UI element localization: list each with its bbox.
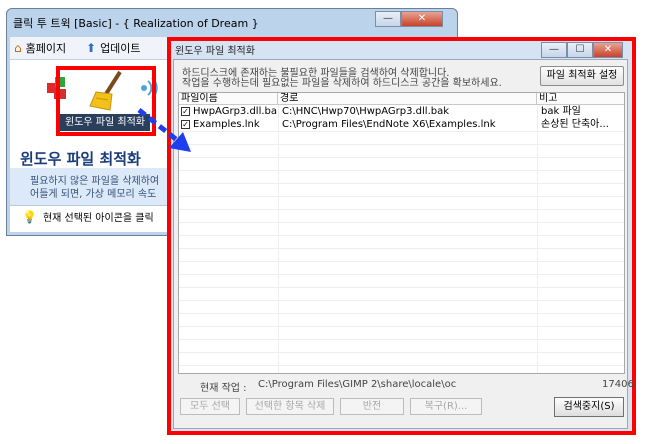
pointer-arrow [135,104,195,159]
file-list[interactable]: 파일이름 경로 비고 ✓ HwpAGrp3.dll.bak C:\HNC\Hwp… [178,92,625,374]
stop-search-button[interactable]: 검색중지(S) [554,397,624,417]
divider [10,205,174,206]
update-label: 업데이트 [100,42,141,55]
row-path: C:\Program Files\EndNote X6\Examples.lnk [282,119,496,130]
info-line-2: 작업을 수행하는데 필요없는 파일을 삭제하여 하드디스크 공간을 확보하세요. [182,78,502,89]
current-task-path: C:\Program Files\GIMP 2\share\locale\oc [258,379,457,390]
back-heading: 윈도우 파일 최적화 [20,150,141,168]
home-icon: ⌂ [14,41,22,55]
desc-line-2: 어들게 되면, 가상 메모리 속도 [30,189,157,200]
close-button[interactable]: ✕ [401,11,443,27]
broom-icon [88,70,128,115]
select-all-button[interactable]: 모두 선택 [180,398,240,415]
row-note: 손상된 단축아... [541,119,609,130]
invert-button[interactable]: 반전 [340,398,404,415]
current-task-label: 현재 작업 : [200,383,247,394]
minimize-button[interactable]: — [541,42,567,58]
hint-text: 현재 선택된 아이콘을 클릭 [42,213,154,224]
optimizer-window: 윈도우 파일 최적화 — ☐ ✕ 하드디스크에 존재하는 불필요한 파일들을 검… [171,41,634,431]
optimizer-panel: 하드디스크에 존재하는 불필요한 파일들을 검색하여 삭제합니다. 작업을 수행… [173,59,634,429]
column-header-path[interactable]: 경로 [278,93,537,105]
row-name: Examples.lnk [193,119,260,130]
maximize-button[interactable]: ☐ [567,42,593,58]
back-window-caption-buttons: — ✕ [375,11,443,29]
back-description-box: 필요하지 않은 파일을 삭제하여 어들게 되면, 가상 메모리 속도 [10,168,174,205]
row-name: HwpAGrp3.dll.bak [193,106,277,117]
back-hint: 💡 현재 선택된 아이콘을 클릭 [22,209,154,225]
back-window-title: 클릭 투 트윅 [Basic] - { Realization of Dream… [13,17,259,30]
update-icon: ⬆ [86,41,97,55]
row-note: bak 파일 [541,106,581,117]
table-row[interactable]: ✓ Examples.lnk C:\Program Files\EndNote … [179,118,624,131]
front-caption-buttons: — ☐ ✕ [541,42,623,60]
delete-selected-button[interactable]: 선택한 항목 삭제 [246,398,334,415]
file-count: 17406 [602,379,634,390]
table-row[interactable]: ✓ HwpAGrp3.dll.bak C:\HNC\Hwp70\HwpAGrp3… [179,105,624,118]
minimize-button[interactable]: — [375,11,401,27]
update-link[interactable]: ⬆ 업데이트 [86,40,141,56]
restore-button[interactable]: 복구(R)... [410,398,482,415]
optimizer-window-title: 윈도우 파일 최적화 [175,46,255,57]
lightbulb-icon: 💡 [22,209,37,224]
column-header-note[interactable]: 비고 [537,93,624,105]
close-button[interactable]: ✕ [593,42,623,58]
home-label: 홈페이지 [25,42,67,55]
optimize-settings-button[interactable]: 파일 최적화 설정 [540,66,624,86]
row-path: C:\HNC\Hwp70\HwpAGrp3.dll.bak [282,106,450,117]
home-link[interactable]: ⌂ 홈페이지 [14,40,66,56]
